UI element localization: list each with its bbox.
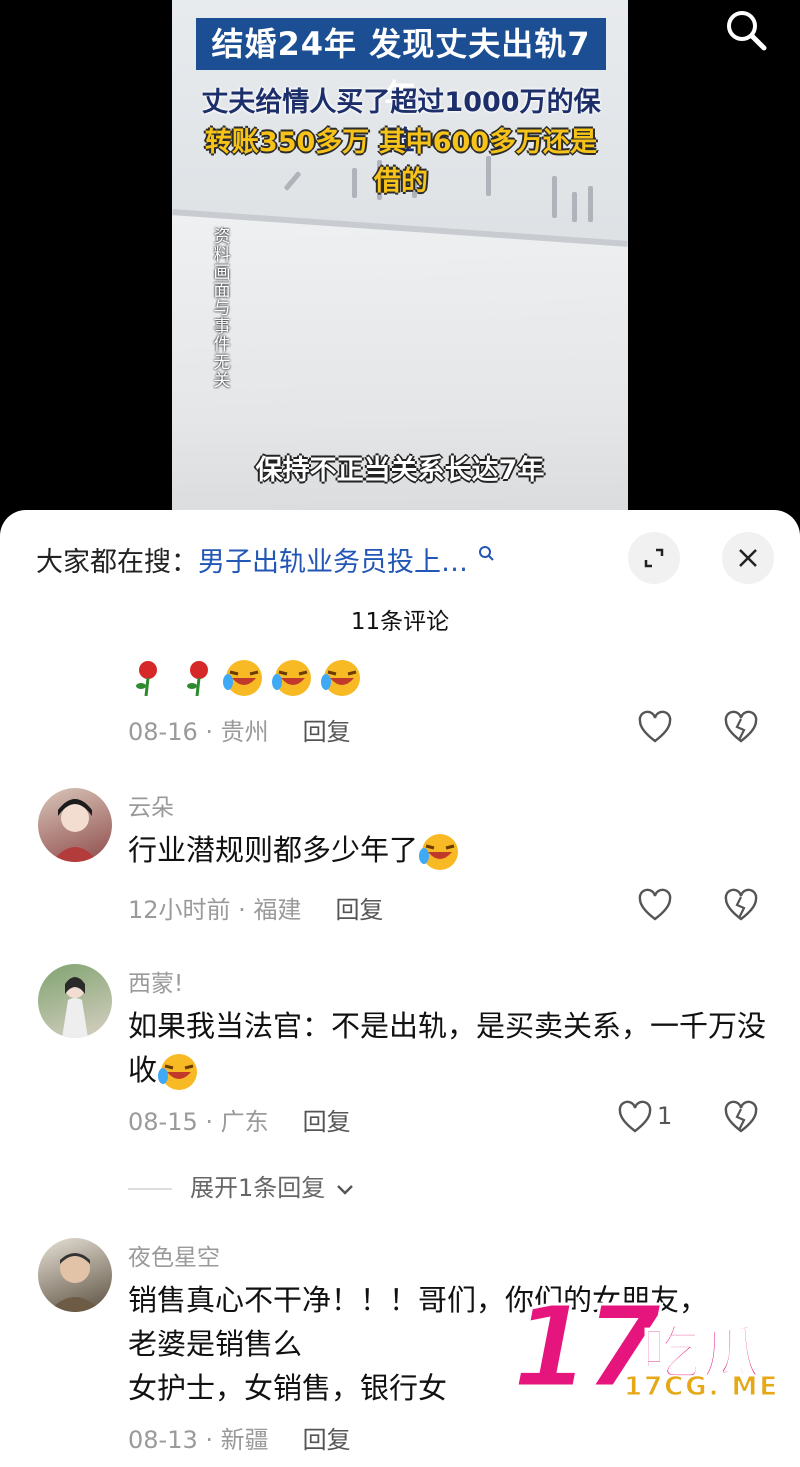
comment-username[interactable]: 夜色星空	[128, 1238, 220, 1272]
reply-button[interactable]: 回复	[303, 718, 351, 746]
avatar[interactable]	[38, 964, 112, 1038]
comment-region: 新疆	[220, 1426, 269, 1454]
comment-region: 广东	[220, 1108, 269, 1136]
trending-search-prefix: 大家都在搜：	[36, 547, 198, 578]
like-icon[interactable]	[637, 710, 673, 746]
avatar[interactable]	[38, 1238, 112, 1312]
like-count: 1	[657, 1102, 673, 1130]
expand-sheet-button[interactable]	[628, 532, 680, 584]
like-icon[interactable]	[637, 888, 673, 924]
expand-replies-label: 展开1条回复	[190, 1174, 326, 1202]
expand-icon	[644, 548, 664, 568]
dislike-icon[interactable]	[723, 710, 759, 746]
comment-meta: 12小时前 · 福建 回复	[128, 896, 384, 924]
comment-username[interactable]: 云朵	[128, 788, 174, 822]
divider	[128, 1188, 172, 1190]
search-small-icon	[478, 546, 494, 561]
comment-time: 08-15	[128, 1108, 198, 1136]
close-button[interactable]	[722, 532, 774, 584]
comment-region: 贵州	[220, 718, 269, 746]
laugh-cry-emoji-icon	[272, 660, 312, 696]
trending-search-link[interactable]: 男子出轨业务员投上…	[198, 547, 468, 578]
comment-time: 08-13	[128, 1426, 198, 1454]
comment-text: 行业潜规则都多少年了	[128, 828, 768, 872]
reply-button[interactable]: 回复	[303, 1108, 351, 1136]
laugh-cry-emoji-icon	[158, 1054, 198, 1090]
rose-icon	[136, 661, 157, 697]
watermark-domain: 17CG. ME	[623, 1372, 780, 1403]
comment-time: 12小时前	[128, 896, 231, 924]
laugh-cry-emoji-icon	[321, 660, 361, 696]
comment-meta: 08-16 · 贵州 回复	[128, 718, 351, 746]
chevron-down-icon	[337, 1185, 353, 1195]
video-subtitle: 保持不正当关系长达7年	[255, 455, 545, 486]
reply-button[interactable]: 回复	[303, 1426, 351, 1454]
reply-button[interactable]: 回复	[335, 896, 383, 924]
comment-meta: 08-15 · 广东 回复	[128, 1108, 351, 1136]
avatar-portrait-icon	[62, 977, 88, 1038]
dislike-icon[interactable]	[723, 1100, 759, 1136]
comment-text-content: 行业潜规则都多少年了	[128, 833, 419, 867]
expand-replies-button[interactable]: 展开1条回复	[128, 1168, 357, 1203]
video-caption-line3: 转账350多万 其中600多万还是借的	[204, 127, 598, 197]
rose-icon	[187, 661, 209, 697]
avatar[interactable]	[38, 788, 112, 862]
video-headline: 结婚24年 发现丈夫出轨7年	[196, 18, 606, 115]
search-icon	[727, 11, 767, 51]
comment-meta: 08-13 · 新疆 回复	[128, 1426, 351, 1454]
video-player[interactable]: 结婚24年 发现丈夫出轨7年 丈夫给情人买了超过1000万的保险 转账350多万…	[0, 0, 800, 520]
comment-emoji-row	[130, 658, 364, 702]
comment-text: 如果我当法官：不是出轨，是买卖关系，一千万没收	[128, 1004, 768, 1092]
comment-region: 福建	[253, 896, 302, 924]
comment-username[interactable]: 西蒙!	[128, 964, 183, 998]
comment-text-content: 如果我当法官：不是出轨，是买卖关系，一千万没收	[128, 1009, 767, 1087]
video-disclaimer: 资料画面与事件无关	[213, 227, 231, 391]
watermark-logo: 17 吃瓜 17CG. ME	[511, 1291, 800, 1412]
close-icon	[739, 549, 757, 567]
dislike-icon[interactable]	[723, 888, 759, 924]
search-button[interactable]	[722, 6, 770, 54]
avatar-portrait-icon	[52, 799, 98, 862]
avatar-portrait-icon	[48, 1253, 102, 1312]
comment-time: 08-16	[128, 718, 198, 746]
laugh-cry-emoji-icon	[419, 834, 459, 870]
like-icon[interactable]	[617, 1100, 653, 1136]
laugh-cry-emoji-icon	[223, 660, 263, 696]
comment-count: 11条评论	[350, 609, 450, 635]
trending-search[interactable]: 大家都在搜：男子出轨业务员投上…	[36, 540, 495, 579]
